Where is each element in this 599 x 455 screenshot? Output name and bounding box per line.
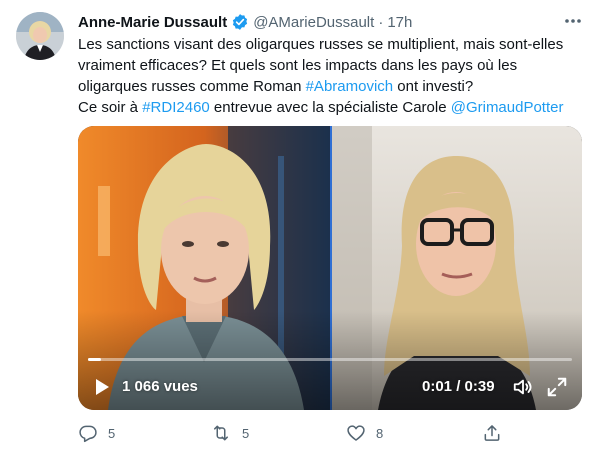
like-button[interactable]: 8 [346,423,383,443]
reply-icon [79,425,97,443]
tweet-actions: 5 5 8 [78,423,583,445]
tweet-header: Anne-Marie Dussault @AMarieDussault · 17… [78,12,412,32]
tweet-text-line: oligarques russes comme Roman #Abramovic… [78,76,583,97]
view-count: 1 066 vues [122,378,198,395]
text-segment: vraiment efficaces? Et quels sont les im… [78,57,518,74]
author-handle[interactable]: @AMarieDussault [253,14,374,31]
volume-icon [513,379,532,395]
retweet-count: 5 [242,425,250,441]
share-icon [484,425,500,441]
more-options-button[interactable] [562,10,584,32]
reply-count: 5 [108,425,116,441]
share-button[interactable] [482,423,502,443]
tweet-timestamp[interactable]: 17h [387,14,412,31]
author-name[interactable]: Anne-Marie Dussault [78,14,227,31]
tweet-text-line: Ce soir à #RDI2460 entrevue avec la spéc… [78,97,583,118]
hashtag-abramovich-link[interactable]: #Abramovich [306,78,394,95]
author-avatar[interactable] [16,12,64,60]
more-horizontal-icon [565,19,581,23]
retweet-button[interactable]: 5 [210,423,249,443]
play-icon [96,379,109,395]
text-segment: entrevue avec la spécialiste Carole [209,99,451,116]
retweet-icon [214,425,228,441]
tweet-text: Les sanctions visant des oligarques russ… [78,34,583,118]
text-segment: ont investi? [393,78,474,95]
video-player[interactable]: 1 066 vues 0:01 / 0:39 [78,126,582,410]
fullscreen-button[interactable] [546,376,568,398]
tweet-text-line: Les sanctions visant des oligarques russ… [78,34,583,55]
text-segment: Les sanctions visant des oligarques russ… [78,36,564,53]
volume-button[interactable] [512,376,534,398]
heart-icon [347,425,365,441]
text-segment: oligarques russes comme Roman [78,78,306,95]
video-timecode: 0:01 / 0:39 [422,378,495,395]
play-button[interactable] [92,376,112,398]
video-progress-fill [88,358,101,361]
separator-dot: · [378,13,384,31]
tweet-text-line: vraiment efficaces? Et quels sont les im… [78,55,583,76]
text-segment: Ce soir à [78,99,143,116]
fullscreen-icon [547,377,567,397]
reply-button[interactable]: 5 [78,423,115,443]
video-frame [78,126,582,410]
hashtag-rdi2460-link[interactable]: #RDI2460 [142,99,210,116]
like-count: 8 [376,425,384,441]
mention-grimaudpotter-link[interactable]: @GrimaudPotter [451,99,564,116]
video-progress-bar[interactable] [88,358,572,361]
verified-badge-icon [231,13,249,31]
